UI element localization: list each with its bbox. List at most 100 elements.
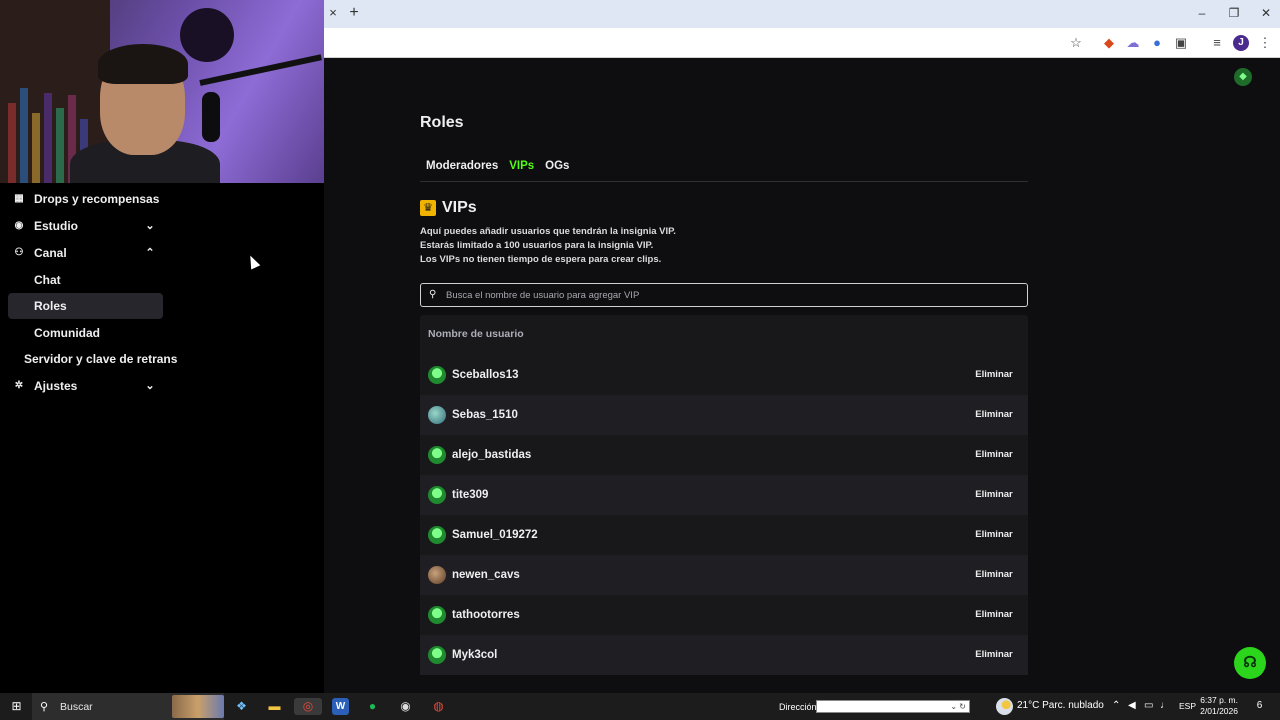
decor-orb bbox=[180, 8, 234, 62]
recorder-icon[interactable]: ◍ bbox=[430, 698, 447, 715]
remove-button[interactable]: Eliminar bbox=[968, 484, 1020, 506]
network-icon[interactable]: ▭ bbox=[1144, 699, 1153, 713]
weather-text[interactable]: 21°C Parc. nublado bbox=[1017, 699, 1104, 713]
tab-moderators[interactable]: Moderadores bbox=[426, 156, 498, 182]
remove-button[interactable]: Eliminar bbox=[968, 604, 1020, 626]
username[interactable]: alejo_bastidas bbox=[452, 449, 531, 461]
search-icon: ⚲ bbox=[40, 701, 49, 713]
vip-search-input[interactable] bbox=[446, 289, 1027, 301]
profile-avatar[interactable]: J bbox=[1233, 35, 1249, 51]
remove-button[interactable]: Eliminar bbox=[968, 444, 1020, 466]
clock-date: 2/01/2026 bbox=[1200, 706, 1238, 716]
word-icon[interactable]: W bbox=[332, 698, 349, 715]
microphone-icon[interactable]: ♩ bbox=[1160, 699, 1170, 713]
media-queue-icon[interactable]: ≡ bbox=[1209, 35, 1225, 51]
extension-cloud-icon[interactable]: ☁ bbox=[1125, 35, 1141, 51]
tab-ogs[interactable]: OGs bbox=[545, 156, 569, 182]
avatar[interactable] bbox=[428, 486, 446, 504]
system-clock[interactable]: 6:37 p. m. 2/01/2026 bbox=[1198, 695, 1238, 717]
remove-button[interactable]: Eliminar bbox=[968, 564, 1020, 586]
avatar[interactable] bbox=[428, 446, 446, 464]
table-row: tite309 Eliminar bbox=[420, 475, 1028, 515]
extension-circle-icon[interactable]: ● bbox=[1149, 35, 1165, 51]
description-line: Estarás limitado a 100 usuarios para la … bbox=[420, 240, 654, 251]
sidebar-item-stream-server[interactable]: Servidor y clave de retrans bbox=[8, 346, 178, 372]
spotify-icon[interactable]: ● bbox=[364, 698, 381, 715]
remove-button[interactable]: Eliminar bbox=[968, 404, 1020, 426]
mouse-cursor bbox=[245, 253, 261, 270]
search-highlight-image bbox=[172, 695, 224, 718]
username[interactable]: Samuel_019272 bbox=[452, 529, 538, 541]
username[interactable]: newen_cavs bbox=[452, 569, 520, 581]
minimize-button[interactable]: – bbox=[1194, 6, 1210, 20]
new-tab-button[interactable]: + bbox=[346, 5, 362, 21]
kick-logo-icon[interactable]: ◆ bbox=[1234, 68, 1252, 86]
sidebar-item-drops[interactable]: ▦ Drops y recompensas bbox=[8, 186, 163, 212]
username[interactable]: Sceballos13 bbox=[452, 369, 518, 381]
page-title: Roles bbox=[420, 114, 464, 131]
table-row: Myk3col Eliminar bbox=[420, 635, 1028, 675]
sidebar-item-channel[interactable]: ⚇ Canal ⌃ bbox=[8, 240, 163, 266]
menu-dots-icon[interactable]: ⋮ bbox=[1257, 35, 1273, 51]
chrome-icon[interactable]: ◎ bbox=[294, 698, 322, 715]
sidebar-item-studio[interactable]: ◉ Estudio ⌄ bbox=[8, 213, 163, 239]
notification-center-icon[interactable]: 6 bbox=[1252, 698, 1267, 713]
sidebar-item-label: Canal bbox=[34, 246, 67, 260]
remove-button[interactable]: Eliminar bbox=[968, 364, 1020, 386]
sidebar-item-roles[interactable]: Roles bbox=[8, 293, 163, 319]
close-window-button[interactable]: ✕ bbox=[1258, 6, 1274, 20]
windows-start-icon[interactable]: ⊞ bbox=[8, 698, 25, 715]
username[interactable]: tathootorres bbox=[452, 609, 520, 621]
volume-icon[interactable]: ◀ bbox=[1128, 699, 1136, 713]
table-row: newen_cavs Eliminar bbox=[420, 555, 1028, 595]
weather-icon[interactable] bbox=[996, 698, 1013, 715]
vip-table: Nombre de usuario Sceballos13 Eliminar S… bbox=[420, 315, 1028, 675]
obs-icon[interactable]: ◉ bbox=[397, 698, 414, 715]
table-row: alejo_bastidas Eliminar bbox=[420, 435, 1028, 475]
avatar[interactable] bbox=[428, 566, 446, 584]
extensions-puzzle-icon[interactable]: ▣ bbox=[1173, 35, 1189, 51]
address-toolbar-label: Dirección bbox=[779, 702, 817, 712]
chevron-down-icon[interactable]: ⌄ bbox=[143, 379, 157, 393]
remove-button[interactable]: Eliminar bbox=[968, 644, 1020, 666]
extension-fox-icon[interactable]: ◆ bbox=[1101, 35, 1117, 51]
studio-icon: ◉ bbox=[14, 220, 24, 231]
bookmark-star-icon[interactable]: ☆ bbox=[1068, 35, 1084, 51]
copilot-icon[interactable]: ❖ bbox=[233, 698, 250, 715]
avatar[interactable] bbox=[428, 526, 446, 544]
restore-button[interactable]: ❐ bbox=[1226, 6, 1242, 20]
sidebar-item-label: Roles bbox=[34, 299, 67, 313]
avatar[interactable] bbox=[428, 646, 446, 664]
clock-time: 6:37 p. m. bbox=[1200, 695, 1238, 705]
language-indicator[interactable]: ESP bbox=[1179, 699, 1196, 713]
sidebar-item-label: Comunidad bbox=[34, 326, 100, 340]
tray-overflow-icon[interactable]: ⌃ bbox=[1112, 699, 1120, 713]
avatar[interactable] bbox=[428, 406, 446, 424]
avatar[interactable] bbox=[428, 366, 446, 384]
chevron-down-icon[interactable]: ⌄ bbox=[143, 219, 157, 233]
search-icon: ⚲ bbox=[429, 289, 437, 300]
chevron-up-icon[interactable]: ⌃ bbox=[143, 246, 157, 260]
table-row: Sceballos13 Eliminar bbox=[420, 355, 1028, 395]
column-header-username: Nombre de usuario bbox=[428, 328, 524, 340]
browser-toolbar: ☆ ◆ ☁ ● ▣ ≡ J ⋮ bbox=[324, 28, 1280, 58]
username[interactable]: Sebas_1510 bbox=[452, 409, 518, 421]
section-title: VIPs bbox=[442, 199, 477, 216]
username[interactable]: tite309 bbox=[452, 489, 488, 501]
description-line: Aquí puedes añadir usuarios que tendrán … bbox=[420, 226, 676, 237]
sidebar-item-chat[interactable]: Chat bbox=[8, 267, 163, 293]
avatar[interactable] bbox=[428, 606, 446, 624]
taskbar-search[interactable]: ⚲ Buscar bbox=[32, 693, 224, 720]
username[interactable]: Myk3col bbox=[452, 649, 497, 661]
file-explorer-icon[interactable]: ▬ bbox=[266, 698, 283, 715]
close-tab-icon[interactable]: × bbox=[326, 6, 340, 20]
sidebar-item-settings[interactable]: ✲ Ajustes ⌄ bbox=[8, 373, 163, 399]
address-go-icon[interactable]: ⌄ ↻ bbox=[950, 701, 966, 713]
table-row: Samuel_019272 Eliminar bbox=[420, 515, 1028, 555]
help-chat-button[interactable]: ☊ bbox=[1234, 647, 1266, 679]
browser-tabstrip: × + – ❐ ✕ bbox=[324, 0, 1280, 28]
address-toolbar-input[interactable]: ⌄ ↻ bbox=[816, 700, 970, 713]
remove-button[interactable]: Eliminar bbox=[968, 524, 1020, 546]
tab-vips[interactable]: VIPs bbox=[509, 156, 534, 182]
sidebar-item-community[interactable]: Comunidad bbox=[8, 320, 163, 346]
